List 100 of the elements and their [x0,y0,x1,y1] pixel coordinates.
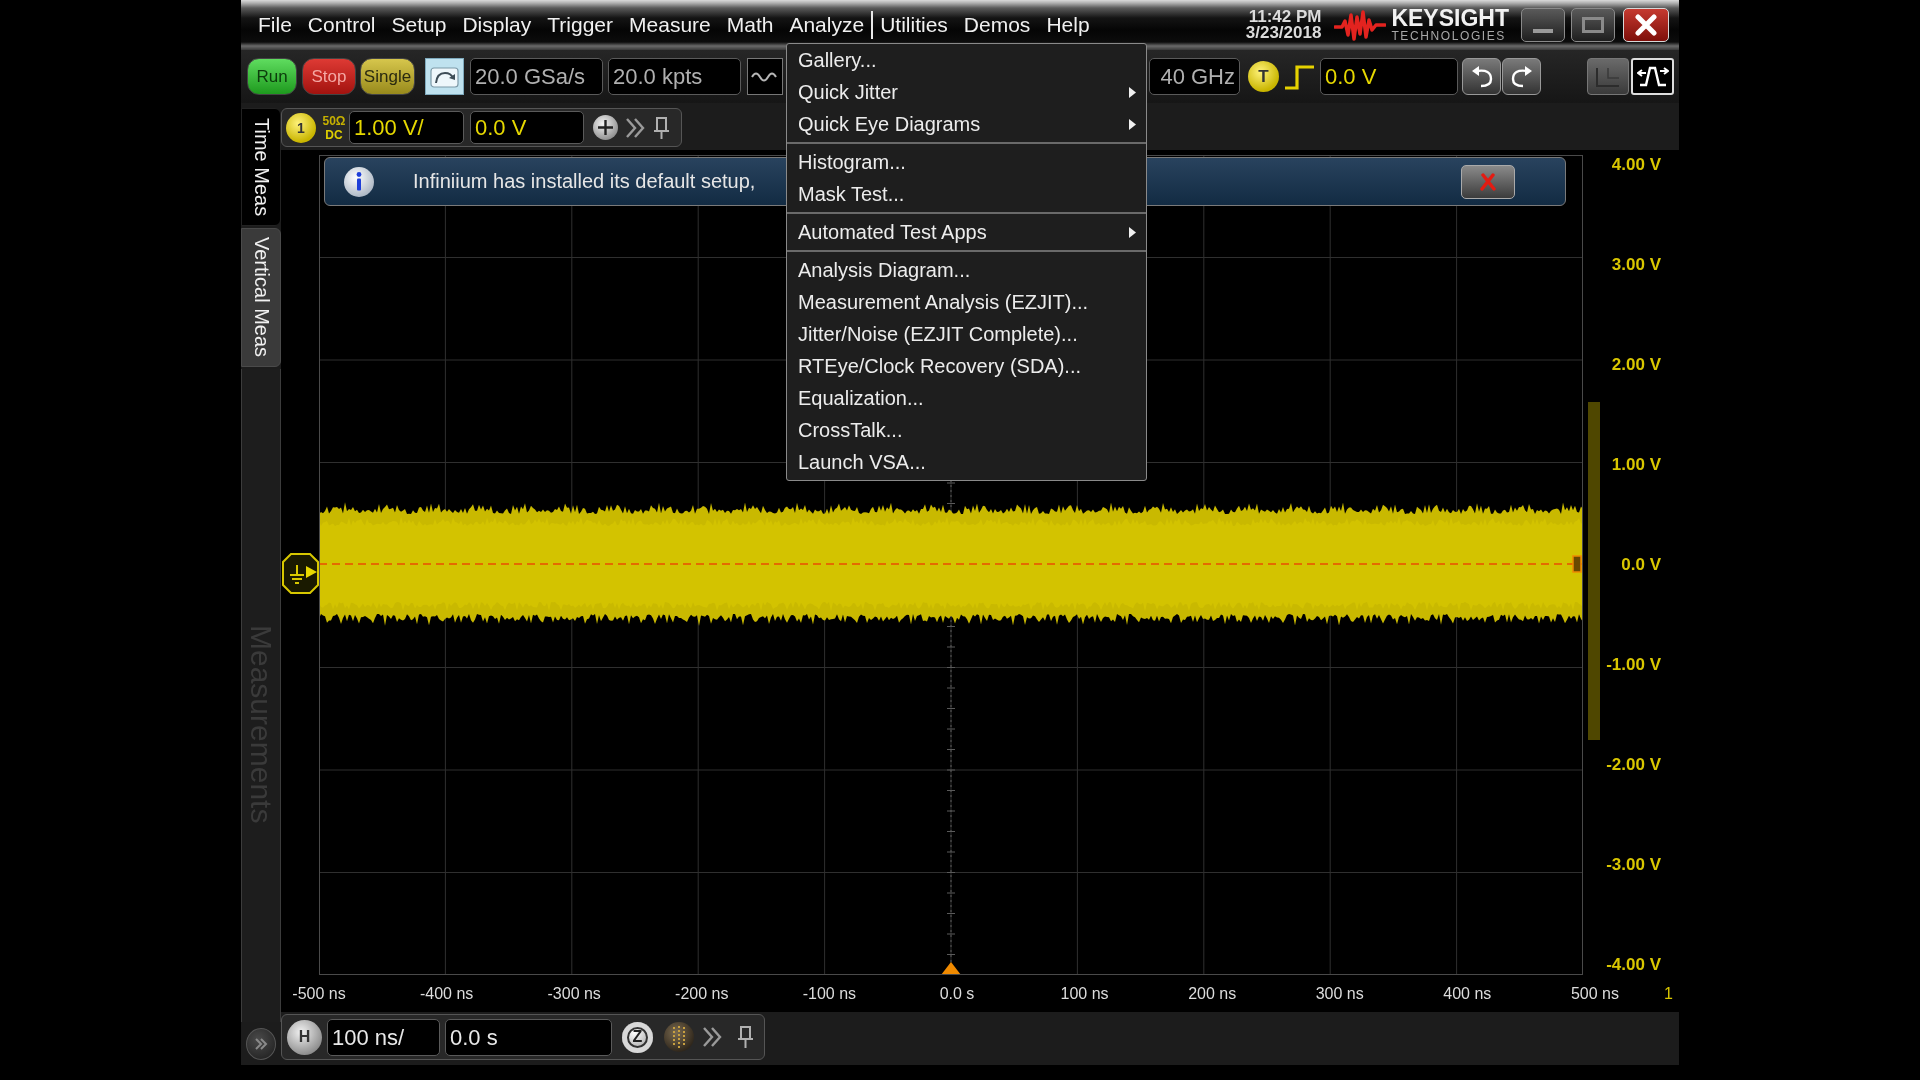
vertical-scale-field[interactable]: 1.00 V/ [349,111,464,144]
menu-item[interactable]: Help [1039,11,1099,39]
bandwidth-field[interactable]: 40 GHz [1149,58,1240,95]
menu-option-label: Mask Test... [798,182,905,206]
horizontal-button[interactable]: H [287,1019,322,1055]
x-axis-label: -400 ns [419,984,474,1003]
menu-option[interactable]: Launch VSA... [787,446,1146,478]
submenu-arrow-icon [1129,118,1136,130]
menu-item[interactable]: Display [455,11,541,39]
vertical-offset-field[interactable]: 0.0 V [470,111,584,144]
pin-icon[interactable] [737,1025,754,1049]
menu-option[interactable]: CrossTalk... [787,414,1146,446]
redo-button[interactable] [1502,58,1541,95]
waveform-button[interactable] [747,58,783,95]
acquisition-button[interactable]: Single [360,58,415,95]
coupling-label: DC [325,127,343,142]
close-icon [1635,14,1657,36]
menu-option-label: Jitter/Noise (EZJIT Complete)... [798,322,1078,346]
add-icon[interactable] [592,114,619,141]
menu-option-label: Analysis Diagram... [798,258,971,282]
x-axis-label: 500 ns [1570,984,1619,1003]
double-chevron-icon [254,1038,268,1050]
menu-option[interactable]: Automated Test Apps [787,216,1146,248]
impedance-label: 50Ω [322,113,346,128]
pin-icon[interactable] [652,114,671,141]
waveform-arrows-button[interactable] [1631,58,1674,95]
double-chevron-icon[interactable] [625,116,646,139]
memory-depth-field[interactable]: 20.0 kpts [608,58,741,95]
menu-option[interactable]: Histogram... [787,146,1146,178]
y-axis-label: 3.00 V [1611,255,1661,275]
trigger-button[interactable]: T [1248,61,1279,92]
x-axis-label: -500 ns [292,984,346,1003]
menu-item[interactable]: Control [300,11,385,39]
menu-option[interactable]: Equalization... [787,382,1146,414]
dotted-circle-icon[interactable] [663,1021,695,1053]
menu-option[interactable]: Quick Eye Diagrams [787,108,1146,140]
y-axis-label: -3.00 V [1606,855,1661,875]
menu-option-label: Launch VSA... [798,450,926,474]
trigger-position-icon[interactable] [941,962,961,975]
notification-message: Infiniium has installed its default setup, [413,170,756,193]
side-tab[interactable]: Time Meas [241,108,281,226]
acquisition-button[interactable]: Run [247,58,297,95]
menu-option[interactable]: Measurement Analysis (EZJIT)... [787,286,1146,318]
menu-option-label: Gallery... [798,48,877,72]
y-axis-label: -1.00 V [1606,655,1661,675]
side-tab[interactable]: Vertical Meas [241,228,281,367]
time-scale-field[interactable]: 100 ns/ [327,1018,440,1056]
menu-item[interactable]: Setup [384,11,456,39]
menu-option-label: Quick Eye Diagrams [798,112,981,136]
curved-arrow-button[interactable] [425,58,464,95]
menu-item[interactable]: File [251,11,301,39]
menu-option-label: Measurement Analysis (EZJIT)... [798,290,1089,314]
minimize-icon [1533,29,1553,33]
menu-item[interactable]: Math [719,11,783,39]
menu-option-label: Histogram... [798,150,906,174]
menu-option[interactable]: Gallery... [787,44,1146,76]
menu-option-label: Automated Test Apps [798,220,987,244]
y-axis-label: -2.00 V [1606,755,1661,775]
x-axis-label: 200 ns [1188,984,1237,1003]
time-position-field[interactable]: 0.0 s [445,1018,612,1056]
close-button[interactable] [1623,8,1669,42]
menu-option-label: Quick Jitter [798,80,899,104]
notification-close-button[interactable] [1461,164,1515,199]
sample-rate-field[interactable]: 20.0 GSa/s [470,58,603,95]
menu-option[interactable]: Jitter/Noise (EZJIT Complete)... [787,318,1146,350]
x-axis-label: 0.0 s [939,984,975,1003]
minimize-button[interactable] [1521,8,1565,42]
zoom-button[interactable]: Z [622,1021,653,1053]
y-axis-label: 0.0 V [1621,555,1661,575]
menu-item[interactable]: Measure [622,11,720,39]
brand-name: KEYSIGHT [1391,7,1509,29]
menu-item[interactable]: Utilities [873,11,957,39]
y-axis-label: 2.00 V [1611,355,1661,375]
menu-option[interactable]: Analysis Diagram... [787,254,1146,286]
menu-item[interactable]: Trigger [540,11,623,39]
undo-button[interactable] [1462,58,1501,95]
menu-option[interactable]: Quick Jitter [787,76,1146,108]
menu-option[interactable]: Mask Test... [787,178,1146,210]
maximize-button[interactable] [1571,8,1615,42]
y-axis-label: 1.00 V [1611,455,1661,475]
edge-label: 1 [1664,984,1673,1003]
trigger-level-field[interactable]: 0.0 V [1320,58,1458,95]
clock-time: 11:42 PM [1248,9,1322,25]
menu-option-label: Equalization... [798,386,924,410]
channel-button[interactable]: 1 [286,112,316,143]
brand-tagline: TECHNOLOGIES [1391,29,1507,43]
menu-option-label: RTEye/Clock Recovery (SDA)... [798,354,1082,378]
menu-item[interactable]: Demos [956,11,1040,39]
ground-marker-icon[interactable] [282,553,319,594]
close-icon [1479,172,1497,191]
expand-button[interactable] [246,1028,276,1060]
double-chevron-icon[interactable] [702,1026,724,1048]
x-axis-label: 400 ns [1443,984,1492,1003]
level-marker-icon[interactable] [1572,555,1582,573]
menu-option[interactable]: RTEye/Clock Recovery (SDA)... [787,350,1146,382]
menu-item[interactable]: Analyze [782,11,874,39]
submenu-arrow-icon [1129,86,1136,98]
clock-date: 3/23/2018 [1245,25,1322,41]
y-axis-label: 4.00 V [1611,155,1661,175]
x-axis-label: 300 ns [1315,984,1364,1003]
